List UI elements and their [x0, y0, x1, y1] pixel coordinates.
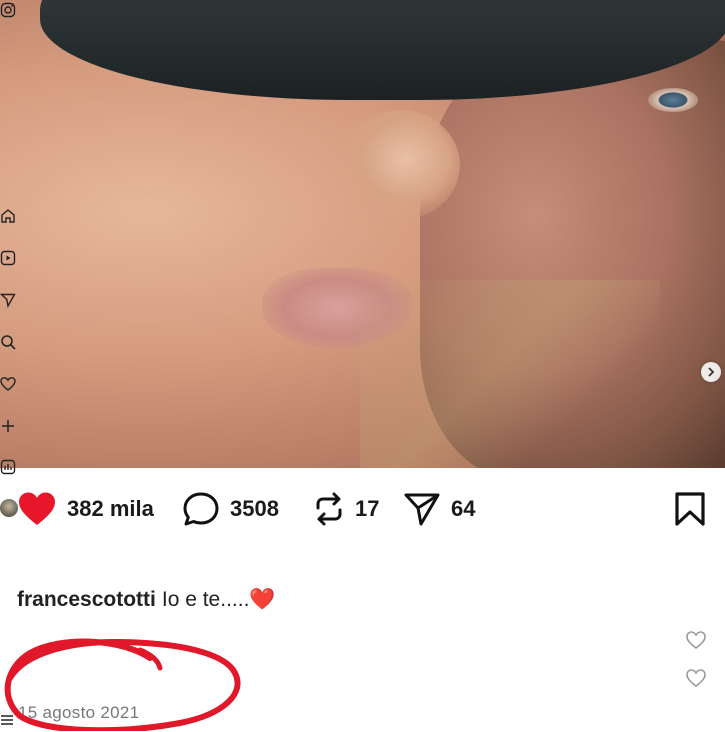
share-count: 64 — [451, 496, 476, 521]
heart-outline-icon — [686, 631, 706, 649]
avatar[interactable] — [0, 499, 18, 517]
caption-like-button[interactable] — [685, 629, 707, 651]
share-button[interactable]: 64 — [403, 490, 475, 528]
like-button[interactable]: 382 mila — [17, 490, 154, 528]
comment-like-button[interactable] — [685, 667, 707, 689]
photo-hair — [360, 280, 660, 468]
photo-eye — [648, 88, 698, 112]
like-count: 382 mila — [67, 496, 154, 521]
stats-icon[interactable] — [0, 459, 16, 475]
sidebar-rail — [0, 0, 18, 731]
repost-button[interactable]: 17 — [313, 490, 379, 528]
heart-filled-icon — [19, 492, 55, 525]
heart-outline-icon — [686, 669, 706, 687]
caption-text: Io e te..... — [161, 588, 250, 611]
home-icon[interactable] — [0, 208, 16, 224]
caption-username[interactable]: francescototti — [17, 588, 156, 611]
menu-icon[interactable] — [0, 713, 14, 727]
post-photo[interactable] — [0, 0, 725, 468]
plus-icon[interactable] — [0, 418, 16, 434]
repost-icon — [316, 492, 342, 526]
post-date: 15 agosto 2021 — [18, 703, 140, 722]
instagram-icon[interactable] — [0, 2, 16, 18]
comment-button[interactable]: 3508 — [182, 490, 279, 528]
post-caption: francescototti Io e te.....❤️ — [17, 588, 276, 612]
search-icon[interactable] — [0, 334, 16, 350]
bookmark-icon — [675, 492, 705, 526]
carousel-next-button[interactable] — [701, 362, 721, 382]
photo-nose — [340, 110, 460, 220]
bookmark-button[interactable] — [672, 491, 708, 527]
heart-icon[interactable] — [0, 376, 16, 392]
repost-count: 17 — [355, 496, 380, 521]
comment-icon — [183, 492, 219, 526]
chevron-right-icon — [708, 367, 715, 377]
caption-emoji: ❤️ — [249, 588, 276, 611]
share-icon — [404, 493, 440, 526]
comment-count: 3508 — [230, 496, 279, 521]
reels-icon[interactable] — [0, 250, 16, 266]
send-icon[interactable] — [0, 292, 16, 309]
